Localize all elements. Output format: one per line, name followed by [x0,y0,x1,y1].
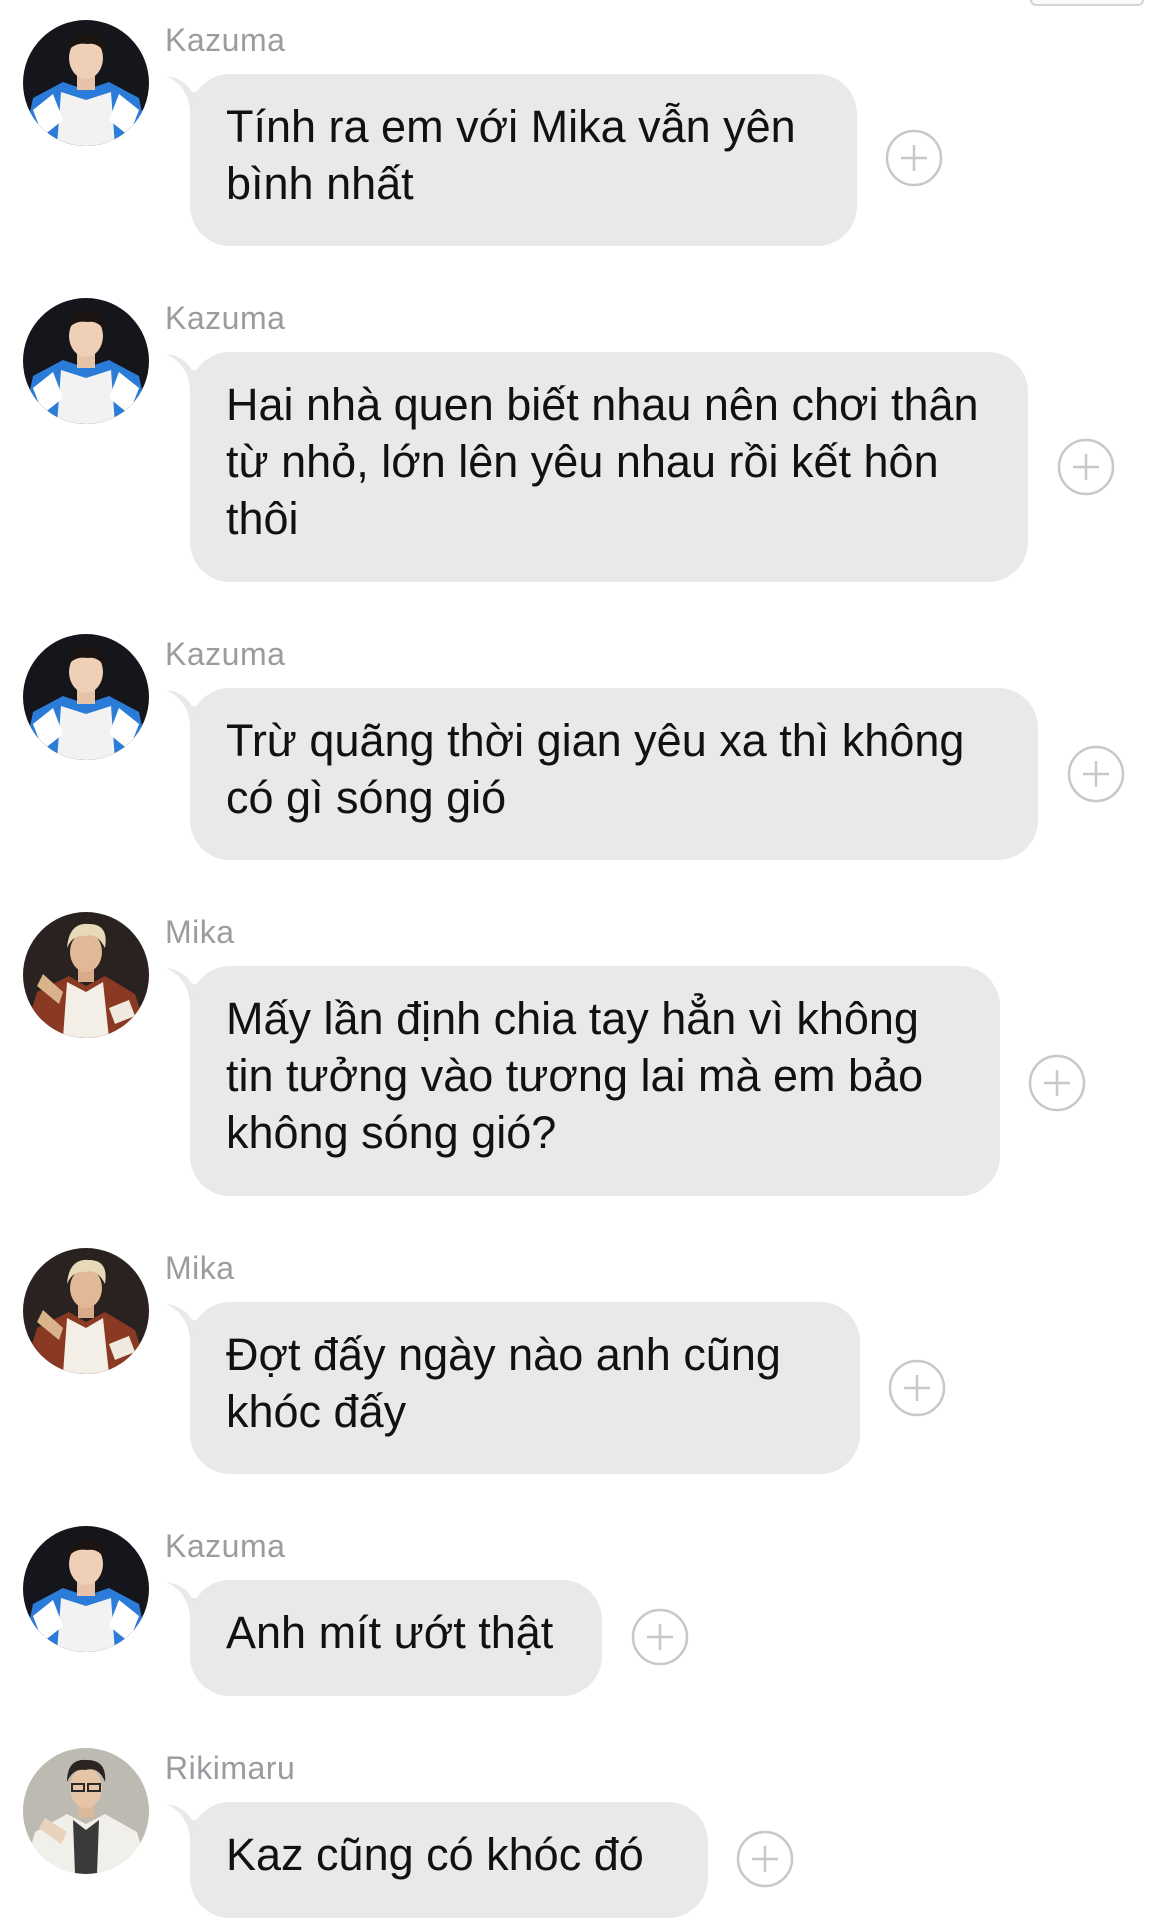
sender-name: Kazuma [165,300,286,336]
message-text: Tính ra em với Mika vẫn yên bình nhất [226,101,796,209]
message-bubble[interactable]: Hai nhà quen biết nhau nên chơi thân từ … [190,352,1028,582]
message-text: Trừ quãng thời gian yêu xa thì không có … [226,715,965,823]
message-bubble[interactable]: Tính ra em với Mika vẫn yên bình nhất [190,74,857,246]
message-text: Kaz cũng có khóc đó [226,1829,644,1880]
message-bubble[interactable]: Trừ quãng thời gian yêu xa thì không có … [190,688,1038,860]
add-reaction-icon[interactable] [1067,745,1125,803]
add-reaction-icon[interactable] [736,1830,794,1888]
message-bubble[interactable]: Đợt đấy ngày nào anh cũng khóc đấy [190,1302,860,1474]
sender-name: Rikimaru [165,1750,296,1786]
message-thread: Kazuma Tính ra em với Mika vẫn yên bình … [0,0,1160,1920]
avatar-mika-icon[interactable] [23,912,149,1038]
sender-name: Kazuma [165,636,286,672]
avatar-kazuma-icon[interactable] [23,298,149,424]
sender-name: Kazuma [165,1528,286,1564]
add-reaction-icon[interactable] [631,1608,689,1666]
sender-name: Mika [165,1250,235,1286]
message-bubble[interactable]: Mấy lần định chia tay hẳn vì không tin t… [190,966,1000,1196]
avatar-kazuma-icon[interactable] [23,1526,149,1652]
message-text: Hai nhà quen biết nhau nên chơi thân từ … [226,379,979,544]
avatar-rikimaru-icon[interactable] [23,1748,149,1874]
add-reaction-icon[interactable] [885,129,943,187]
message-text: Đợt đấy ngày nào anh cũng khóc đấy [226,1329,781,1437]
add-reaction-icon[interactable] [888,1359,946,1417]
add-reaction-icon[interactable] [1028,1054,1086,1112]
avatar-mika-icon[interactable] [23,1248,149,1374]
message-text: Mấy lần định chia tay hẳn vì không tin t… [226,993,924,1158]
avatar-kazuma-icon[interactable] [23,20,149,146]
message-bubble[interactable]: Anh mít ướt thật [190,1580,602,1696]
add-reaction-icon[interactable] [1057,438,1115,496]
sender-name: Kazuma [165,22,286,58]
sender-name: Mika [165,914,235,950]
message-text: Anh mít ướt thật [226,1607,554,1658]
avatar-kazuma-icon[interactable] [23,634,149,760]
message-bubble[interactable]: Kaz cũng có khóc đó [190,1802,708,1918]
